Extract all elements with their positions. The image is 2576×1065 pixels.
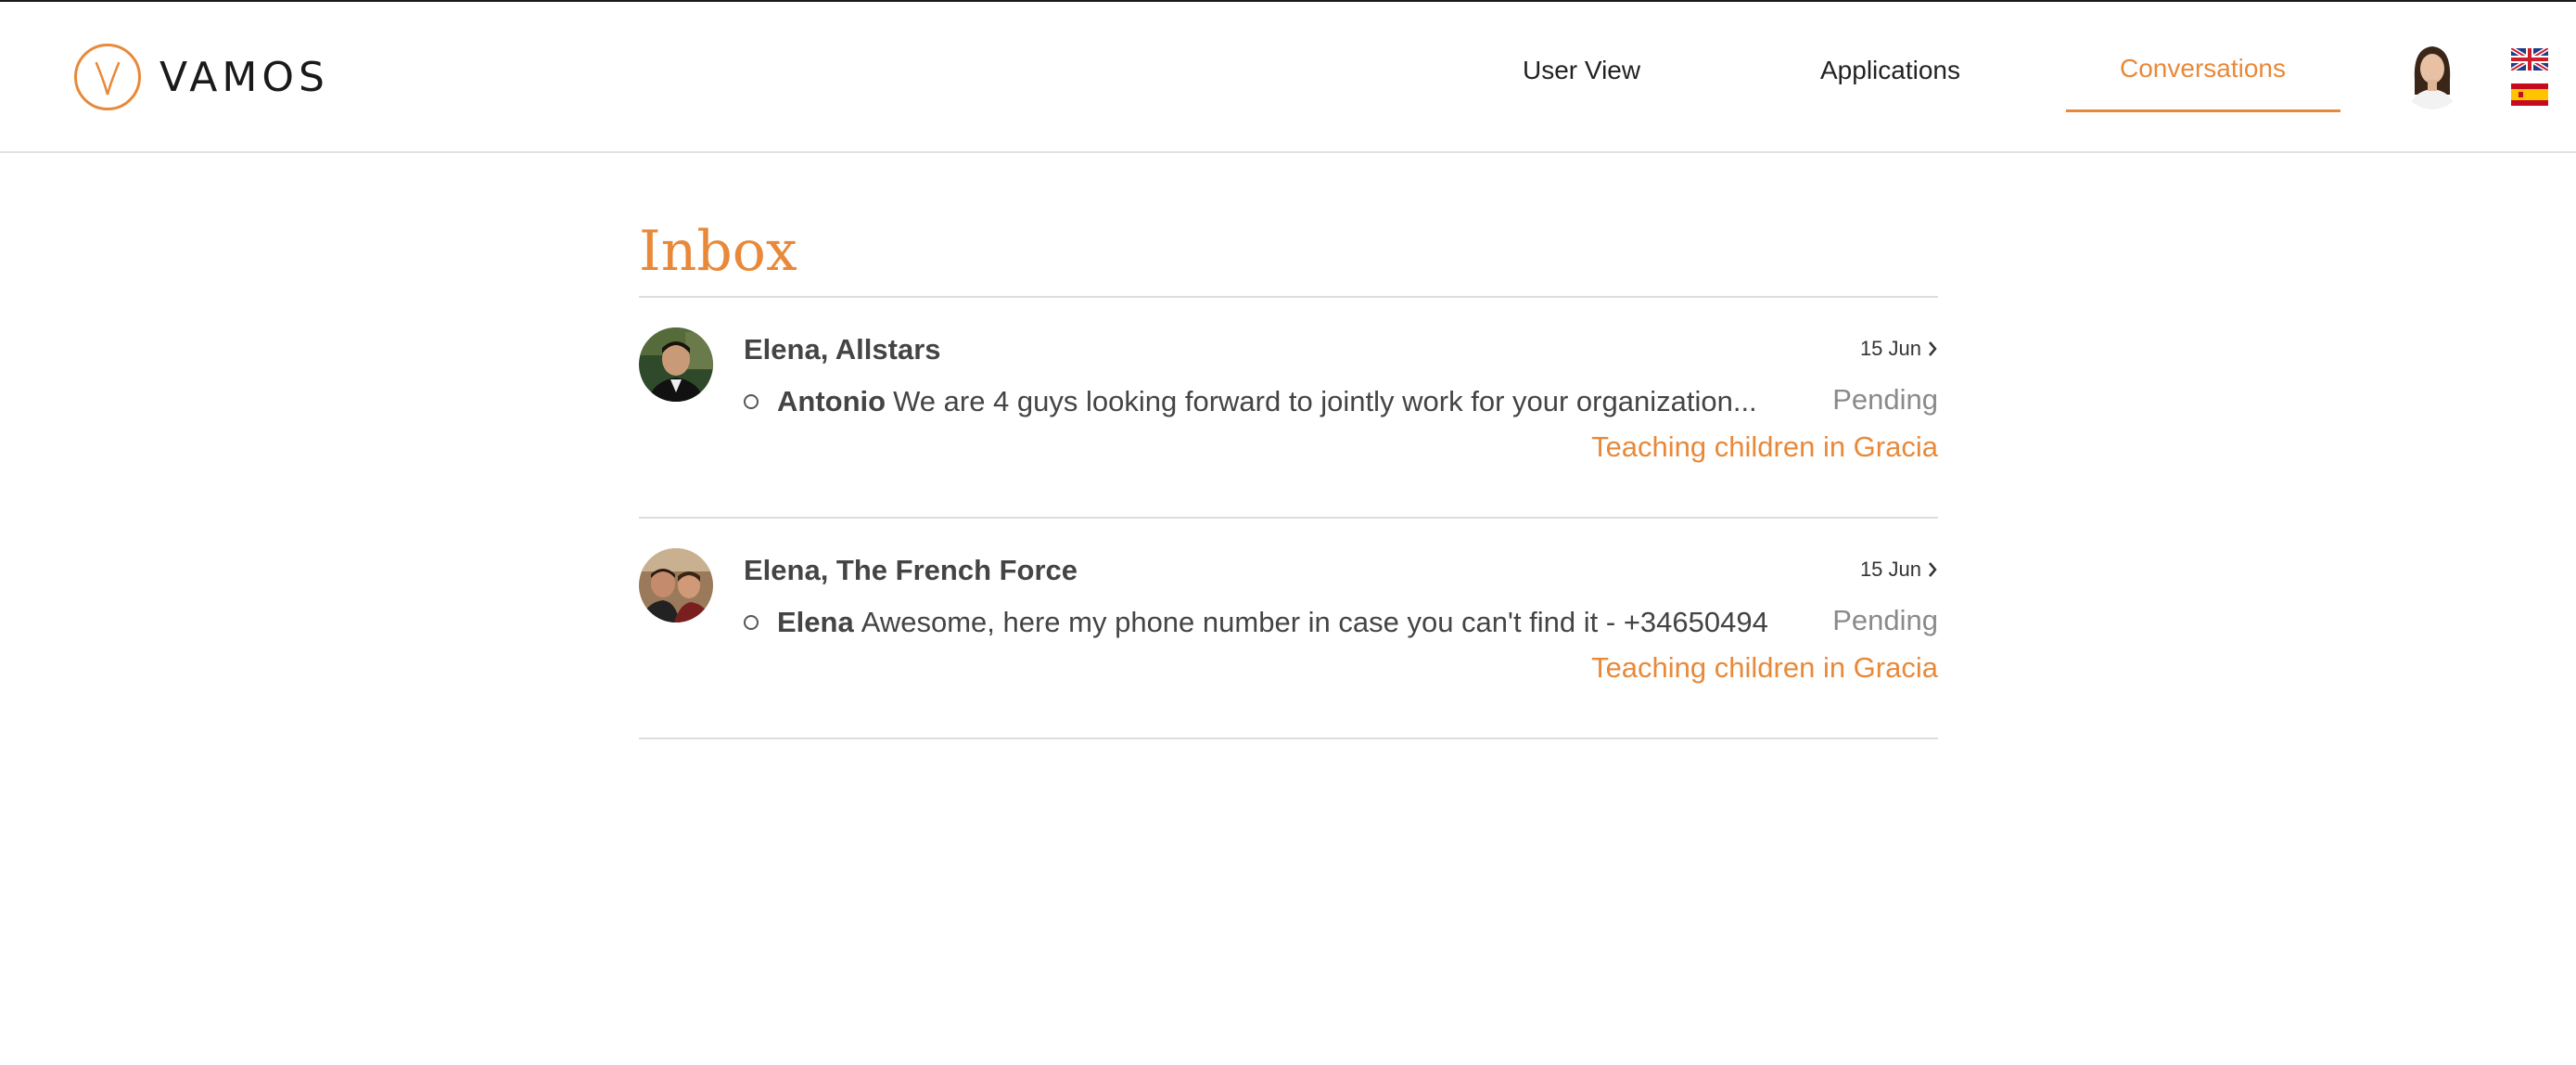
chevron-right-icon [1929, 562, 1937, 577]
status-badge: Pending [1832, 604, 1938, 636]
date-text: 15 Jun [1859, 337, 1921, 360]
project-link[interactable]: Teaching children in Gracia [1591, 430, 1938, 464]
uk-flag-icon[interactable] [2511, 48, 2548, 71]
header: VAMOS User View Applications Conversatio… [0, 2, 2576, 153]
brand-name: VAMOS [159, 53, 329, 101]
conversation-item[interactable]: Elena, The French Force 15 Jun Elena Awe… [639, 519, 1938, 739]
conversation-date: 15 Jun [1860, 337, 1938, 361]
conversation-date: 15 Jun [1860, 558, 1938, 582]
conversation-preview: Elena Awesome, here my phone number in c… [744, 606, 1768, 639]
v-logo-icon [74, 44, 141, 110]
brand-logo[interactable]: VAMOS [74, 41, 329, 113]
conversation-avatar [639, 327, 713, 402]
message-snippet: We are 4 guys looking forward to jointly… [893, 385, 1757, 417]
nav-applications[interactable]: Applications [1820, 56, 1960, 85]
conversation-avatar [639, 548, 713, 622]
unread-indicator-icon [744, 615, 759, 630]
spain-flag-icon[interactable] [2511, 83, 2548, 106]
active-tab-indicator [2066, 109, 2340, 112]
status-badge: Pending [1832, 383, 1938, 416]
project-link[interactable]: Teaching children in Gracia [1591, 651, 1938, 685]
message-snippet: Awesome, here my phone number in case yo… [861, 606, 1768, 638]
conversation-title: Elena, Allstars [744, 333, 941, 366]
page-title: Inbox [639, 219, 797, 284]
last-sender: Elena [777, 606, 854, 638]
unread-indicator-icon [744, 394, 759, 409]
chevron-right-icon [1929, 341, 1937, 356]
conversation-title: Elena, The French Force [744, 554, 1078, 586]
nav-conversations[interactable]: Conversations [2120, 54, 2286, 83]
last-sender: Antonio [777, 385, 886, 417]
nav-user-view[interactable]: User View [1523, 56, 1640, 85]
date-text: 15 Jun [1859, 558, 1921, 581]
user-avatar[interactable] [2400, 39, 2465, 109]
conversation-item[interactable]: Elena, Allstars 15 Jun Antonio We are 4 … [639, 298, 1938, 519]
divider [639, 738, 1938, 739]
conversation-preview: Antonio We are 4 guys looking forward to… [744, 385, 1757, 418]
